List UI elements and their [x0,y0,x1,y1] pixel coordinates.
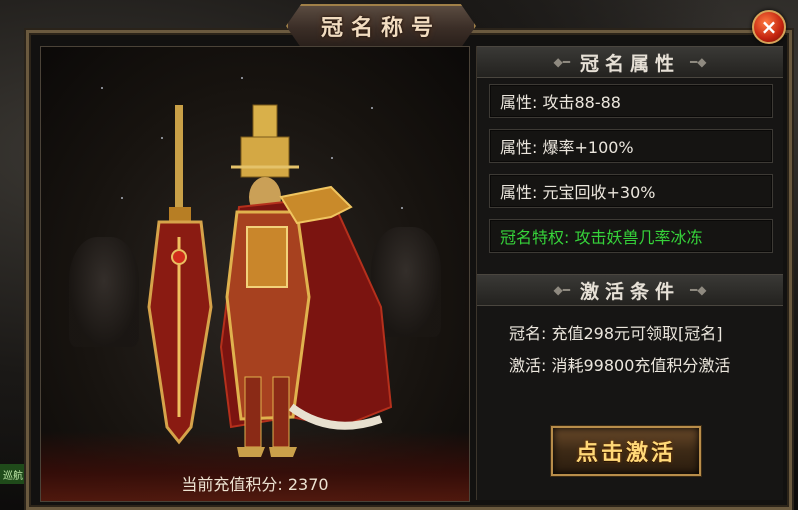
activate-button[interactable]: 点击激活 [551,426,701,476]
attributes-section-title: 冠名属性 [579,52,680,75]
conditions-section-title: 激活条件 [579,280,680,303]
current-points-label: 当前充值积分: 2370 [181,475,329,494]
ornament-right-icon: ━◆ [690,55,707,69]
conditions-section-header: ◆━ 激活条件 ━◆ [477,274,783,306]
attribute-attack: 属性: 攻击88-88 [489,84,773,118]
ornament-right-icon: ━◆ [690,283,707,297]
attribute-drop-rate: 属性: 爆率+100% [489,129,773,163]
attribute-ingot-recycle: 属性: 元宝回收+30% [489,174,773,208]
character-preview-panel: 当前充值积分: 2370 [40,46,470,502]
ornament-left-icon: ◆━ [553,55,570,69]
side-tag[interactable]: 巡航 [0,464,26,484]
armored-warrior-figure [147,104,393,457]
condition-title-requirement: 冠名: 充值298元可领取[冠名] [509,324,723,343]
attribute-privilege: 冠名特权: 攻击妖兽几率冰冻 [489,219,773,253]
window-title: 冠名称号 [320,15,441,41]
close-icon: × [760,15,778,39]
ornament-left-icon: ◆━ [553,283,570,297]
condition-activation-cost: 激活: 消耗99800充值积分激活 [509,356,731,375]
close-button[interactable]: × [752,10,786,44]
attributes-section-header: ◆━ 冠名属性 ━◆ [477,46,783,78]
info-panel: ◆━ 冠名属性 ━◆ 属性: 攻击88-88 属性: 爆率+100% 属性: 元… [476,46,783,500]
title-plate: 冠名称号 [286,4,476,48]
